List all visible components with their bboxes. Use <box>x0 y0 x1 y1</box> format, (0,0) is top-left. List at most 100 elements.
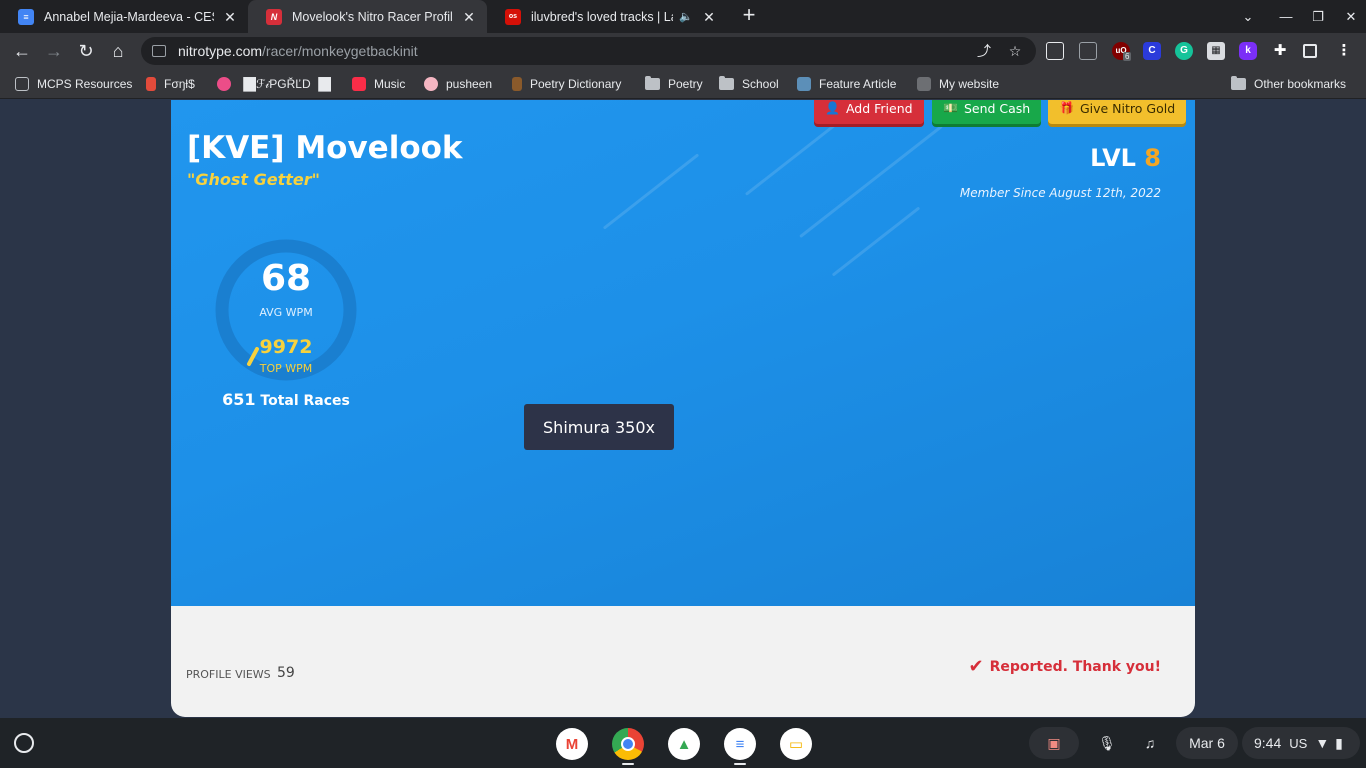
minimize-icon[interactable]: — <box>1271 0 1301 33</box>
more-menu-icon[interactable]: ⋮ <box>1335 42 1353 60</box>
tab-search-icon[interactable]: ⌄ <box>1233 0 1263 33</box>
restore-icon[interactable]: ❐ <box>1303 0 1333 33</box>
tab-lastfm[interactable]: os iluvbred's loved tracks | Last 🔈 ✕ <box>487 0 727 33</box>
bookmark-label: Fσŋƚ$ <box>164 77 195 91</box>
speed-streak <box>602 153 700 230</box>
side-panel-icon[interactable] <box>1303 44 1317 58</box>
bookmark-folder-poetry[interactable]: Poetry <box>645 69 703 99</box>
profile-footer: PROFILE VIEWS 59 ✔ Reported. Thank you! <box>171 606 1195 717</box>
wifi-icon: ▼ <box>1315 735 1330 751</box>
report-status: ✔ Reported. Thank you! <box>968 656 1161 677</box>
car-name-tooltip: Shimura 350x <box>524 404 674 450</box>
bookmark-label: pusheen <box>446 77 493 91</box>
running-indicator <box>734 763 746 765</box>
screen-capture-icon[interactable]: ▣ <box>1029 727 1079 759</box>
bookmark-label: ▐█ℱ𝒾PGŘĽD ▐█ <box>239 76 331 91</box>
give-nitro-gold-button[interactable]: 🎁 Give Nitro Gold <box>1048 100 1187 124</box>
profile-views-label: PROFILE VIEWS <box>186 668 271 681</box>
bookmark-feature-article[interactable]: Feature Article <box>797 69 896 99</box>
bookmark-fonts[interactable]: Fσŋƚ$ <box>146 69 195 99</box>
gmail-icon[interactable]: M <box>556 728 588 760</box>
status-area[interactable]: 9:44 US ▼ ▮ <box>1242 727 1360 759</box>
close-icon[interactable]: ✕ <box>461 9 477 25</box>
docs-icon[interactable]: ≡ <box>724 728 756 760</box>
bookmark-label: Music <box>374 77 406 91</box>
speed-streak <box>831 206 921 277</box>
total-races-label: Total Races <box>260 393 350 409</box>
bookmark-label: Poetry <box>668 77 703 91</box>
bookmark-label: MCPS Resources <box>37 77 133 91</box>
slides-icon[interactable]: ▭ <box>780 728 812 760</box>
battery-icon: ▮ <box>1335 734 1343 751</box>
share-icon[interactable]: ⤴ <box>975 42 993 60</box>
add-friend-button[interactable]: 👤 Add Friend <box>814 100 924 124</box>
bookmark-mcps[interactable]: MCPS Resources <box>15 69 132 99</box>
bookmark-pusheen[interactable]: pusheen <box>424 69 492 99</box>
puzzle-extensions-icon[interactable]: ✚ <box>1271 42 1289 60</box>
tab-title: Movelook's Nitro Racer Profile <box>292 9 453 24</box>
fonts-icon <box>146 77 156 91</box>
pusheen-icon <box>424 77 438 91</box>
clock-text: 9:44 <box>1254 735 1282 751</box>
bookmark-music[interactable]: Music <box>352 69 405 99</box>
new-tab-button[interactable]: + <box>737 4 761 28</box>
speaker-icon[interactable]: 🔈 <box>679 10 693 23</box>
tab-nitro-profile[interactable]: N Movelook's Nitro Racer Profile ✕ <box>248 0 487 33</box>
other-bookmarks[interactable]: Other bookmarks <box>1231 69 1346 99</box>
url-path: /racer/monkeygetbackinit <box>262 43 418 59</box>
avg-wpm-label: AVG WPM <box>259 306 313 319</box>
folder-icon <box>645 76 660 90</box>
send-cash-label: Send Cash <box>963 100 1031 116</box>
bookmark-label: Other bookmarks <box>1254 77 1347 91</box>
bookmark-my-website[interactable]: My website <box>917 69 999 99</box>
add-user-icon: 👤 <box>825 101 840 115</box>
bookmark-folder-school[interactable]: School <box>719 69 779 99</box>
level-value: 8 <box>1144 144 1161 172</box>
speed-streak <box>799 124 943 239</box>
reload-icon[interactable]: ↻ <box>73 38 99 64</box>
profile-views-value: 59 <box>277 665 295 681</box>
back-icon[interactable]: ← <box>9 38 35 64</box>
member-since: Member Since August 12th, 2022 <box>959 186 1161 200</box>
launcher-icon[interactable] <box>14 733 34 753</box>
bookmark-fipgrld[interactable]: ▐█ℱ𝒾PGŘĽD ▐█ <box>217 69 331 99</box>
bookmark-icon <box>217 77 231 91</box>
tab-title: Annabel Mejia-Mardeeva - CES T <box>44 9 214 24</box>
bookmark-poetry-dictionary[interactable]: Poetry Dictionary <box>512 69 621 99</box>
forward-icon[interactable]: → <box>41 38 67 64</box>
racer-level: LVL 8 <box>1090 144 1161 172</box>
bookmark-star-icon[interactable]: ☆ <box>1006 42 1024 60</box>
kami-icon[interactable]: k <box>1239 42 1257 60</box>
date-pill[interactable]: Mar 6 <box>1176 727 1238 759</box>
bookmark-label: My website <box>939 77 1000 91</box>
microphone-icon[interactable]: 🎙 <box>1091 727 1123 759</box>
drive-icon[interactable]: ▲ <box>668 728 700 760</box>
bookmarks-bar: MCPS Resources Fσŋƚ$ ▐█ℱ𝒾PGŘĽD ▐█ Music … <box>0 69 1366 99</box>
close-window-icon[interactable]: ✕ <box>1336 0 1366 33</box>
tab-docs[interactable]: ≡ Annabel Mejia-Mardeeva - CES T ✕ <box>0 0 248 33</box>
grammarly-icon[interactable]: G <box>1175 42 1193 60</box>
shield-outline-extension-icon[interactable] <box>1079 42 1097 60</box>
home-icon[interactable]: ⌂ <box>105 38 131 64</box>
chrome-icon[interactable] <box>612 728 644 760</box>
add-friend-label: Add Friend <box>845 100 913 116</box>
dictionary-icon <box>512 77 522 91</box>
racer-profile-card: 👤 Add Friend 💵 Send Cash 🎁 Give Nitro Go… <box>171 100 1195 717</box>
top-wpm-label: TOP WPM <box>259 362 313 375</box>
page-content: 👤 Add Friend 💵 Send Cash 🎁 Give Nitro Go… <box>0 100 1366 718</box>
url-text: nitrotype.com/racer/monkeygetbackinit <box>178 43 418 59</box>
locale-text: US <box>1289 735 1308 751</box>
address-bar[interactable]: nitrotype.com/racer/monkeygetbackinit ⤴ … <box>141 37 1036 65</box>
qr-extension-icon[interactable]: ▦ <box>1207 42 1225 60</box>
c-extension-icon[interactable]: C <box>1143 42 1161 60</box>
total-races-value: 651 <box>222 390 256 409</box>
close-icon[interactable]: ✕ <box>701 9 717 25</box>
nitro-type-icon: N <box>266 8 282 25</box>
close-icon[interactable]: ✕ <box>222 9 238 25</box>
browser-toolbar: ← → ↻ ⌂ nitrotype.com/racer/monkeygetbac… <box>0 33 1366 69</box>
send-cash-button[interactable]: 💵 Send Cash <box>932 100 1042 124</box>
site-info-icon[interactable] <box>152 45 166 57</box>
shield-extension-icon[interactable] <box>1046 42 1064 60</box>
media-controls-icon[interactable]: ♫ <box>1134 727 1166 759</box>
level-label: LVL <box>1090 144 1136 172</box>
